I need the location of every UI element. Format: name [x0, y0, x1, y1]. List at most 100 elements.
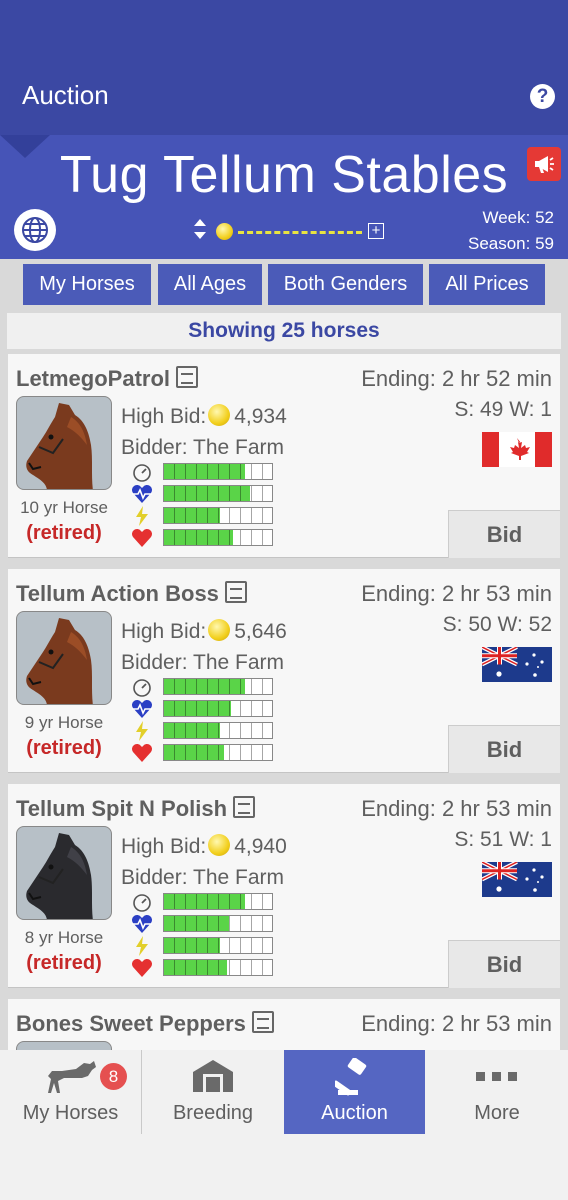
megaphone-icon[interactable]	[527, 147, 561, 181]
bid-button[interactable]: Bid	[448, 510, 560, 558]
stamina-heartbeat-icon	[131, 484, 153, 504]
auction-ending: Ending: 2 hr 53 min	[361, 796, 552, 821]
auction-ending: Ending: 2 hr 53 min	[361, 581, 552, 606]
pedigree-icon[interactable]	[233, 796, 256, 818]
nav-breeding[interactable]: Breeding	[142, 1050, 284, 1134]
stat-bar-speed	[163, 678, 273, 695]
horse-card[interactable]: Tellum Action Boss Ending: 2 hr 53 min 9 y…	[8, 569, 560, 773]
stamina-heartbeat-icon	[131, 914, 153, 934]
nav-more[interactable]: More	[426, 1050, 568, 1134]
stat-bar-stamina	[163, 915, 273, 932]
horse-name[interactable]: Tellum Action Boss	[16, 581, 247, 607]
nav-label: More	[474, 1102, 520, 1124]
speed-gauge-icon	[131, 892, 153, 912]
stat-bar-stamina	[163, 700, 273, 717]
barn-icon	[193, 1060, 233, 1092]
app-bar: Auction ?	[0, 0, 568, 135]
stat-bar-health	[163, 744, 273, 761]
nav-auction[interactable]: Auction	[284, 1050, 425, 1134]
stat-bar-speed	[163, 893, 273, 910]
horse-name[interactable]: Tellum Spit N Polish	[16, 796, 256, 822]
nav-label: My Horses	[22, 1102, 119, 1124]
nav-badge: 8	[100, 1063, 127, 1090]
horse-name-text: Bones Sweet Peppers	[16, 1011, 246, 1036]
high-bid-amount: 5,646	[234, 620, 287, 643]
coin-balance-bar: +	[216, 220, 391, 242]
sort-arrows-icon[interactable]	[192, 218, 208, 240]
add-coins-button[interactable]: +	[368, 223, 384, 239]
stat-bar-speed	[163, 463, 273, 480]
horse-icon	[48, 1061, 96, 1093]
horse-name-text: LetmegoPatrol	[16, 366, 171, 391]
nav-my-horses[interactable]: 8 My Horses	[0, 1050, 141, 1134]
speed-gauge-icon	[131, 677, 153, 697]
stat-bar-health	[163, 529, 273, 546]
horse-avatar[interactable]	[16, 396, 112, 490]
coin-icon	[208, 404, 231, 426]
season-label: Season: 59	[467, 234, 554, 253]
high-bid: High Bid: 5,646	[121, 619, 287, 644]
high-bid-amount: 4,940	[234, 835, 287, 858]
coin-icon	[208, 619, 231, 641]
coin-icon	[208, 834, 231, 856]
nav-label: Breeding	[172, 1102, 254, 1124]
horse-card[interactable]: LetmegoPatrol Ending: 2 hr 52 min 10 yr Ho…	[8, 354, 560, 558]
stat-bar-energy	[163, 722, 273, 739]
bottom-nav: 8 My Horses Breeding Auction More	[0, 1050, 568, 1200]
horse-avatar[interactable]	[16, 611, 112, 705]
gavel-icon	[335, 1058, 367, 1096]
stat-bar-health	[163, 959, 273, 976]
high-bid: High Bid: 4,940	[121, 834, 287, 859]
more-dots-icon	[476, 1072, 517, 1081]
horse-status: (retired)	[26, 952, 102, 974]
filter-prices[interactable]: All Prices	[429, 264, 545, 305]
nav-label: Auction	[321, 1102, 388, 1124]
filter-genders[interactable]: Both Genders	[268, 264, 423, 305]
horse-name-text: Tellum Spit N Polish	[16, 796, 228, 821]
stat-bar-energy	[163, 507, 273, 524]
energy-bolt-icon	[131, 936, 153, 956]
season-week: S: 50 W: 52	[442, 613, 552, 636]
week-label: Week: 52	[482, 208, 554, 227]
high-bid-label: High Bid:	[121, 405, 207, 428]
country-flag-australia	[481, 645, 552, 682]
bid-button[interactable]: Bid	[448, 940, 560, 988]
energy-bolt-icon	[131, 506, 153, 526]
horse-name[interactable]: LetmegoPatrol	[16, 366, 199, 392]
help-icon[interactable]: ?	[530, 84, 555, 109]
pedigree-icon[interactable]	[251, 1011, 274, 1033]
pedigree-icon[interactable]	[176, 366, 199, 388]
bidder: Bidder: The Farm	[121, 436, 285, 459]
energy-bolt-icon	[131, 721, 153, 741]
horse-name[interactable]: Bones Sweet Peppers	[16, 1011, 274, 1037]
stat-bar-energy	[163, 937, 273, 954]
horse-age: 9 yr Horse	[24, 713, 104, 732]
page-title: Auction	[22, 80, 109, 110]
high-bid-label: High Bid:	[121, 835, 207, 858]
globe-icon[interactable]	[14, 209, 56, 251]
bidder: Bidder: The Farm	[121, 866, 285, 889]
horse-avatar[interactable]	[16, 826, 112, 920]
health-heart-icon	[131, 528, 153, 548]
pedigree-icon[interactable]	[224, 581, 247, 603]
filter-my-horses[interactable]: My Horses	[23, 264, 151, 305]
horse-status: (retired)	[26, 737, 102, 759]
country-flag-australia	[481, 860, 552, 897]
stable-name: Tug Tellum Stables	[59, 146, 509, 204]
horse-age: 10 yr Horse	[20, 498, 108, 517]
bidder: Bidder: The Farm	[121, 651, 285, 674]
horse-card[interactable]: Tellum Spit N Polish Ending: 2 hr 53 min 8…	[8, 784, 560, 988]
season-week: S: 51 W: 1	[454, 828, 552, 851]
horse-age: 8 yr Horse	[24, 928, 104, 947]
bid-button[interactable]: Bid	[448, 725, 560, 773]
filter-ages[interactable]: All Ages	[158, 264, 262, 305]
health-heart-icon	[131, 743, 153, 763]
season-week: S: 49 W: 1	[454, 398, 552, 421]
high-bid: High Bid: 4,934	[121, 404, 287, 429]
health-heart-icon	[131, 958, 153, 978]
high-bid-amount: 4,934	[234, 405, 287, 428]
horse-name-text: Tellum Action Boss	[16, 581, 219, 606]
high-bid-label: High Bid:	[121, 620, 207, 643]
auction-ending: Ending: 2 hr 53 min	[361, 1011, 552, 1036]
filter-bar: My Horses All Ages Both Genders All Pric…	[0, 259, 568, 311]
